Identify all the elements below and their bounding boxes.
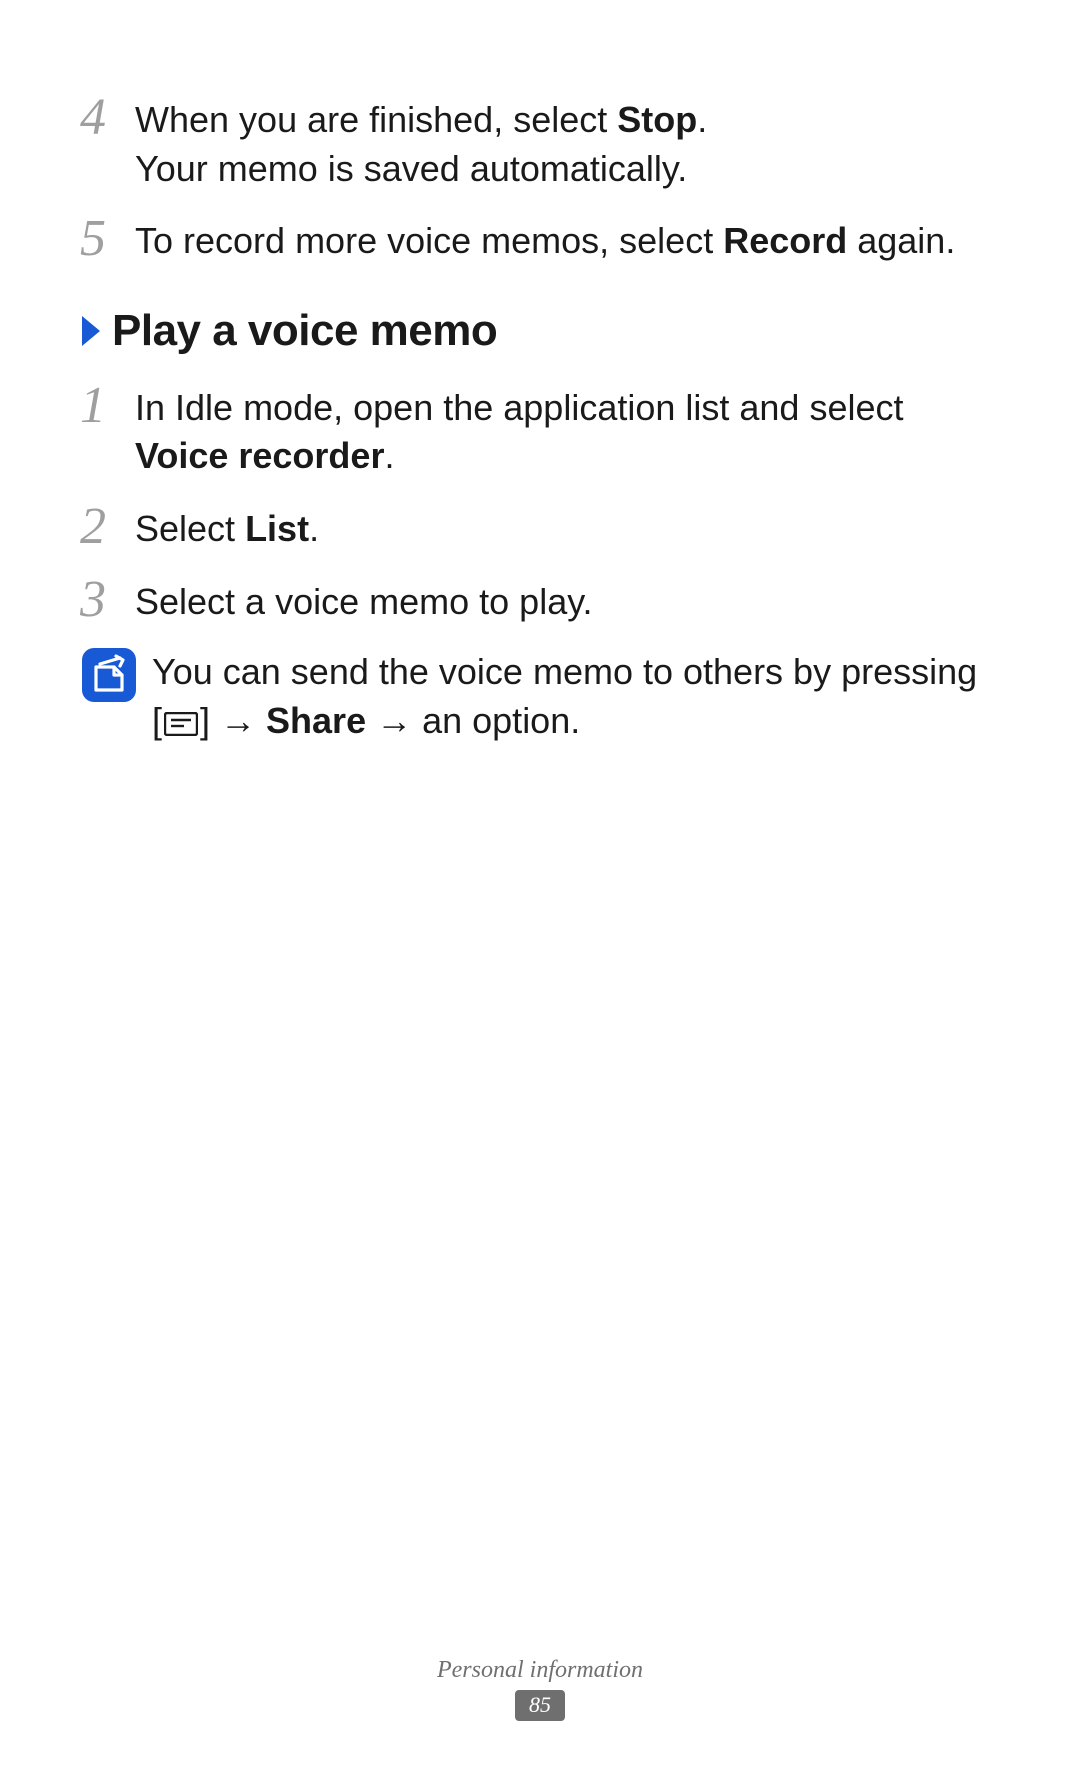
section-play-voice-memo: Play a voice memo 1 In Idle mode, open t… [80, 306, 1000, 749]
step-line: Select List. [135, 508, 319, 549]
chevron-right-icon [80, 313, 112, 349]
step-line: Your memo is saved automatically. [135, 148, 687, 189]
footer-chapter-label: Personal information [0, 1657, 1080, 1684]
step-body: Select List. [135, 499, 1000, 554]
section-heading: Play a voice memo [80, 306, 1000, 356]
step-body: Select a voice memo to play. [135, 572, 1000, 627]
play-step-3: 3 Select a voice memo to play. [80, 572, 1000, 627]
step-line: To record more voice memos, select Recor… [135, 220, 955, 261]
menu-key-icon [164, 700, 198, 749]
play-step-1: 1 In Idle mode, open the application lis… [80, 378, 1000, 481]
step-line: In Idle mode, open the application list … [135, 387, 904, 477]
play-step-2: 2 Select List. [80, 499, 1000, 554]
note-line: [] → Share → an option. [152, 700, 580, 741]
step-body: When you are finished, select Stop. Your… [135, 90, 1000, 193]
page-footer: Personal information 85 [0, 1657, 1080, 1721]
step-body: In Idle mode, open the application list … [135, 378, 1000, 481]
step-number: 1 [80, 378, 135, 432]
page-number: 85 [515, 1690, 565, 1721]
step-body: To record more voice memos, select Recor… [135, 211, 1000, 266]
note-body: You can send the voice memo to others by… [142, 644, 1000, 748]
step-line: When you are finished, select Stop. [135, 99, 707, 140]
manual-page: 4 When you are finished, select Stop. Yo… [0, 0, 1080, 1771]
section-title: Play a voice memo [112, 306, 497, 356]
step-line: Select a voice memo to play. [135, 581, 593, 622]
note-line: You can send the voice memo to others by… [152, 651, 977, 692]
note-block: You can send the voice memo to others by… [80, 644, 1000, 748]
step-number: 3 [80, 572, 135, 626]
step-5: 5 To record more voice memos, select Rec… [80, 211, 1000, 266]
note-icon [80, 644, 142, 704]
step-number: 2 [80, 499, 135, 553]
step-number: 4 [80, 90, 135, 144]
step-4: 4 When you are finished, select Stop. Yo… [80, 90, 1000, 193]
step-number: 5 [80, 211, 135, 265]
